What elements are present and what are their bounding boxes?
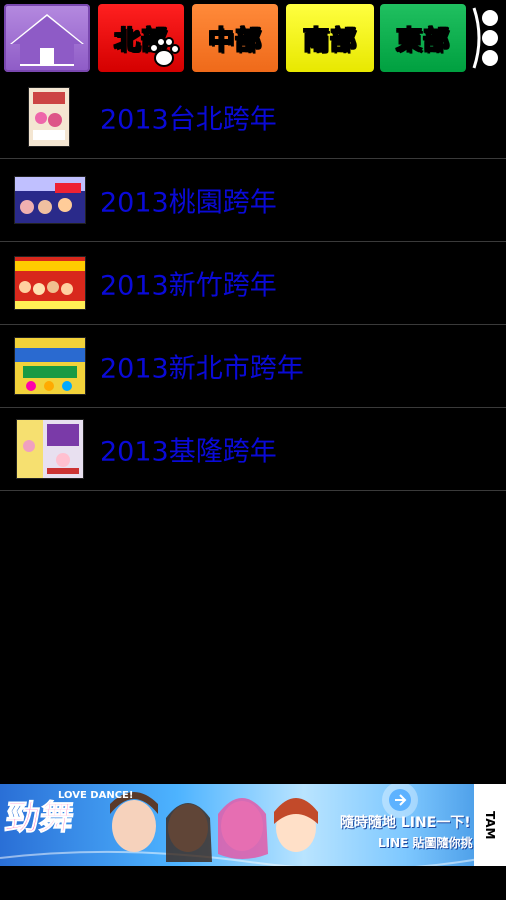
more-menu-icon[interactable] — [470, 4, 500, 72]
event-thumbnail — [14, 256, 86, 310]
home-icon — [10, 14, 84, 66]
tab-east-label: 東部 — [395, 25, 450, 57]
tab-central-label: 中部 — [207, 25, 262, 57]
home-button[interactable] — [4, 4, 90, 72]
event-title[interactable]: 2013基隆跨年 — [100, 430, 277, 469]
list-item[interactable]: 2013台北跨年 — [0, 76, 506, 159]
ad-banner[interactable]: 勁舞 LOVE DANCE! 隨時隨地 LINE一下! LINE 貼圖隨你挑! … — [0, 784, 506, 866]
list-item[interactable]: 2013新北市跨年 — [0, 325, 506, 408]
tab-north[interactable]: 北部 — [98, 4, 184, 72]
event-thumbnail — [14, 176, 86, 224]
event-title[interactable]: 2013新竹跨年 — [100, 264, 277, 303]
tab-south[interactable]: 南部 — [286, 4, 374, 72]
list-item[interactable]: 2013新竹跨年 — [0, 242, 506, 325]
ad-brand-logo: TAM — [474, 784, 506, 866]
ad-copy-line1: 隨時隨地 LINE一下! — [340, 815, 471, 831]
event-thumbnail — [14, 337, 86, 395]
event-list: 2013台北跨年 2013桃園跨年 2013新竹跨年 2013新北市跨年 201… — [0, 76, 506, 491]
tab-east[interactable]: 東部 — [380, 4, 466, 72]
ad-game-subtitle: LOVE DANCE! — [58, 790, 134, 801]
paw-icon — [149, 37, 180, 67]
ad-brand-text: TAM — [483, 810, 497, 840]
event-thumbnail — [28, 87, 70, 147]
event-thumbnail — [16, 419, 84, 479]
list-item[interactable]: 2013基隆跨年 — [0, 408, 506, 491]
event-title[interactable]: 2013新北市跨年 — [100, 347, 304, 386]
ad-copy-line2: LINE 貼圖隨你挑! — [378, 836, 479, 850]
tab-central[interactable]: 中部 — [192, 4, 278, 72]
list-item[interactable]: 2013桃園跨年 — [0, 159, 506, 242]
event-title[interactable]: 2013桃園跨年 — [100, 181, 277, 220]
region-tab-bar: 北部 中部 南部 東部 — [0, 0, 506, 78]
event-title[interactable]: 2013台北跨年 — [100, 98, 277, 137]
tab-south-label: 南部 — [302, 25, 357, 57]
